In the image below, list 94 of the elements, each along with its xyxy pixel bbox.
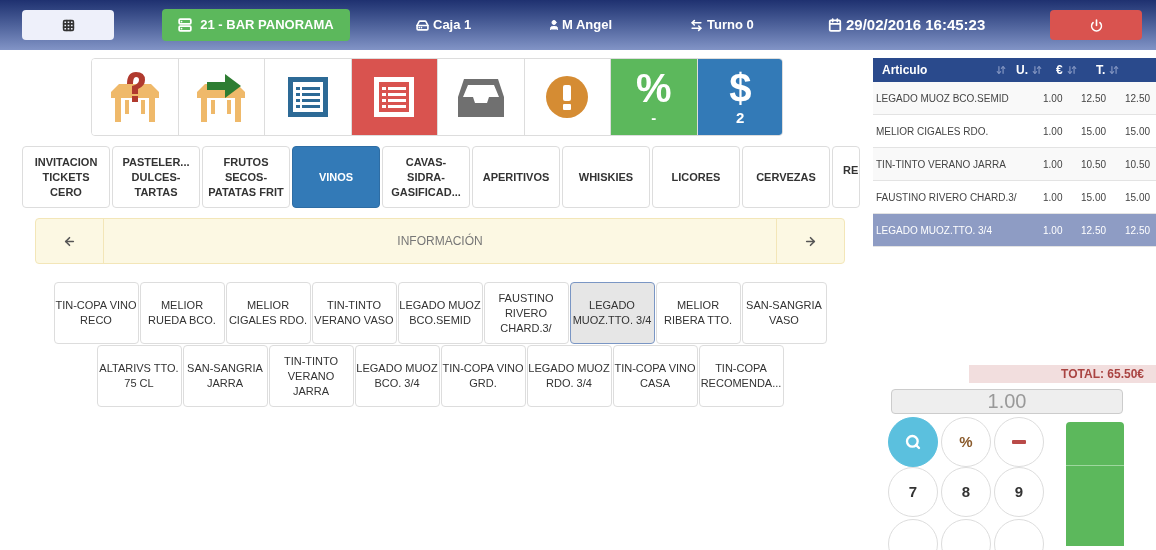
power-button[interactable]	[1050, 10, 1142, 40]
calendar-icon	[828, 18, 842, 32]
category-tab[interactable]: VINOS	[292, 146, 380, 208]
dollar-symbol: $	[729, 67, 752, 109]
sort-icon[interactable]	[1032, 65, 1042, 75]
power-icon	[1089, 18, 1103, 32]
tray-icon	[457, 77, 504, 117]
search-icon	[905, 434, 921, 450]
product-button[interactable]: LEGADO MUOZ BCO. 3/4	[354, 345, 440, 407]
price-cell-text: 15.00	[1081, 190, 1108, 205]
product-button[interactable]: TIN-TINTO VERANO VASO	[311, 282, 397, 344]
category-tab[interactable]: RE	[832, 146, 860, 208]
article-cell-text: LEGADO MUOZ BCO.SEMID	[875, 91, 1010, 106]
user-icon	[548, 19, 560, 31]
units-cell-text: 1.00	[1043, 157, 1064, 172]
digit-button[interactable]: 9	[994, 467, 1044, 517]
product-button[interactable]: LEGADO MUOZ BCO.SEMID	[397, 282, 483, 344]
left-arrow-icon	[63, 234, 76, 248]
column-header: €	[1056, 62, 1063, 79]
sort-icon[interactable]	[1066, 65, 1077, 75]
percent-symbol: %	[635, 67, 672, 109]
info-label: INFORMACIÓN	[396, 232, 484, 250]
category-tab[interactable]: INVITACION TICKETS CERO	[22, 146, 110, 208]
category-tab[interactable]: APERITIVOS	[472, 146, 560, 208]
minus-icon	[1012, 440, 1026, 444]
digit-button[interactable]: 7	[888, 467, 938, 517]
total-cell-text: 10.50	[1125, 157, 1152, 172]
ticket-row[interactable]: TIN-TINTO VERANO JARRA 1.00 10.50 10.50	[873, 148, 1156, 181]
exclamation-icon	[546, 76, 589, 118]
units-cell-text: 1.00	[1043, 190, 1064, 205]
toolbar-button[interactable]	[92, 59, 179, 135]
units-cell-text: 1.00	[1043, 91, 1064, 106]
product-button[interactable]: MELIOR CIGALES RDO.	[225, 282, 311, 344]
units-cell-text: 1.00	[1043, 223, 1064, 238]
product-button[interactable]: ALTARIVS TTO. 75 CL	[96, 345, 182, 407]
price-cell-text: 10.50	[1081, 157, 1108, 172]
list-icon	[285, 75, 330, 119]
payment-button[interactable]: $ 2	[697, 59, 782, 135]
units-cell-text: 1.00	[1043, 124, 1064, 139]
minus-button[interactable]	[994, 417, 1044, 467]
product-button[interactable]: TIN-COPA VINO GRD.	[440, 345, 526, 407]
product-button[interactable]: TIN-COPA VINO RECO	[53, 282, 139, 344]
product-button[interactable]: LEGADO MUOZ.TTO. 3/4	[569, 282, 655, 344]
server-icon	[178, 18, 193, 32]
right-arrow-icon	[804, 234, 817, 248]
category-tab[interactable]: CAVAS-SIDRA-GASIFICAD...	[382, 146, 470, 208]
product-button[interactable]: TIN-TINTO VERANO JARRA	[268, 345, 354, 407]
category-tab[interactable]: FRUTOS SECOS-PATATAS FRIT	[202, 146, 290, 208]
product-button[interactable]: MELIOR RIBERA TTO.	[655, 282, 741, 344]
price-cell-text: 15.00	[1081, 124, 1108, 139]
ticket-row[interactable]: LEGADO MUOZ BCO.SEMID 1.00 12.50 12.50	[873, 82, 1156, 115]
count-label: -	[651, 109, 657, 127]
total-label: TOTAL: 65.50€	[969, 365, 1156, 383]
column-header: Articulo	[882, 62, 929, 79]
price-cell-text: 12.50	[1081, 223, 1108, 238]
category-tab[interactable]: LICORES	[652, 146, 740, 208]
total-cell-text: 15.00	[1125, 124, 1152, 139]
register-icon	[416, 18, 429, 32]
category-tab[interactable]: WHISKIES	[562, 146, 650, 208]
register-label: Caja 1	[433, 16, 472, 35]
confirm-button[interactable]	[1066, 422, 1124, 466]
column-header: U.	[1016, 62, 1028, 79]
column-header: T.	[1096, 62, 1106, 79]
user-label: M Angel	[562, 16, 613, 35]
article-cell-text: MELIOR CIGALES RDO.	[875, 124, 990, 139]
product-button[interactable]: TIN-COPA VINO CASA	[612, 345, 698, 407]
list-icon	[372, 75, 417, 119]
article-cell-text: LEGADO MUOZ.TTO. 3/4	[875, 223, 993, 238]
count-label: 2	[736, 109, 745, 127]
article-cell-text: TIN-TINTO VERANO JARRA	[875, 157, 1007, 172]
percent-button[interactable]: %	[941, 417, 991, 467]
total-cell-text: 12.50	[1125, 91, 1152, 106]
grid-icon	[61, 18, 75, 32]
total-cell-text: 12.50	[1125, 223, 1152, 238]
search-button[interactable]	[888, 417, 938, 467]
category-tab[interactable]: PASTELER... DULCES-TARTAS	[112, 146, 200, 208]
swap-icon	[690, 18, 703, 32]
product-button[interactable]: MELIOR RUEDA BCO.	[139, 282, 225, 344]
article-cell-text: FAUSTINO RIVERO CHARD.3/	[875, 190, 1018, 205]
product-button[interactable]: SAN-SANGRIA JARRA	[182, 345, 268, 407]
sort-icon[interactable]	[1109, 65, 1120, 75]
product-button[interactable]: TIN-COPA RECOMENDA...	[698, 345, 784, 407]
digit-button[interactable]: 8	[941, 467, 991, 517]
price-cell-text: 12.50	[1081, 91, 1108, 106]
total-cell-text: 15.00	[1125, 190, 1152, 205]
shift-label: Turno 0	[707, 16, 754, 35]
product-button[interactable]: FAUSTINO RIVERO CHARD.3/	[483, 282, 569, 344]
menu-button[interactable]	[22, 10, 114, 40]
product-button[interactable]: LEGADO MUOZ RDO. 3/4	[526, 345, 612, 407]
datetime-label: 29/02/2016 16:45:23	[846, 14, 986, 35]
sort-icon[interactable]	[996, 65, 1006, 75]
toolbar-button[interactable]	[351, 59, 438, 135]
product-button[interactable]: SAN-SANGRIA VASO	[741, 282, 827, 344]
category-tab[interactable]: CERVEZAS	[742, 146, 830, 208]
